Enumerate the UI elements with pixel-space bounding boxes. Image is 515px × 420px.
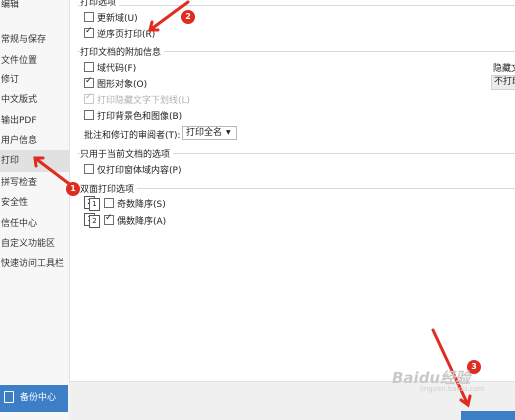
options-dialog: 编辑 常规与保存 文件位置 修订 中文版式 输出PDF 用户信息 打印 拼写检查… <box>0 0 515 420</box>
annotation-arrows <box>33 0 472 408</box>
annotation-marker-2: 2 <box>181 10 195 24</box>
annotation-marker-1: 1 <box>66 182 80 196</box>
marker-number: 3 <box>471 362 477 371</box>
marker-number: 2 <box>185 12 191 21</box>
watermark-sub: jingyan.baidu.com <box>420 385 485 393</box>
annotation-arrow-1 <box>33 156 74 188</box>
marker-number: 1 <box>70 184 76 193</box>
